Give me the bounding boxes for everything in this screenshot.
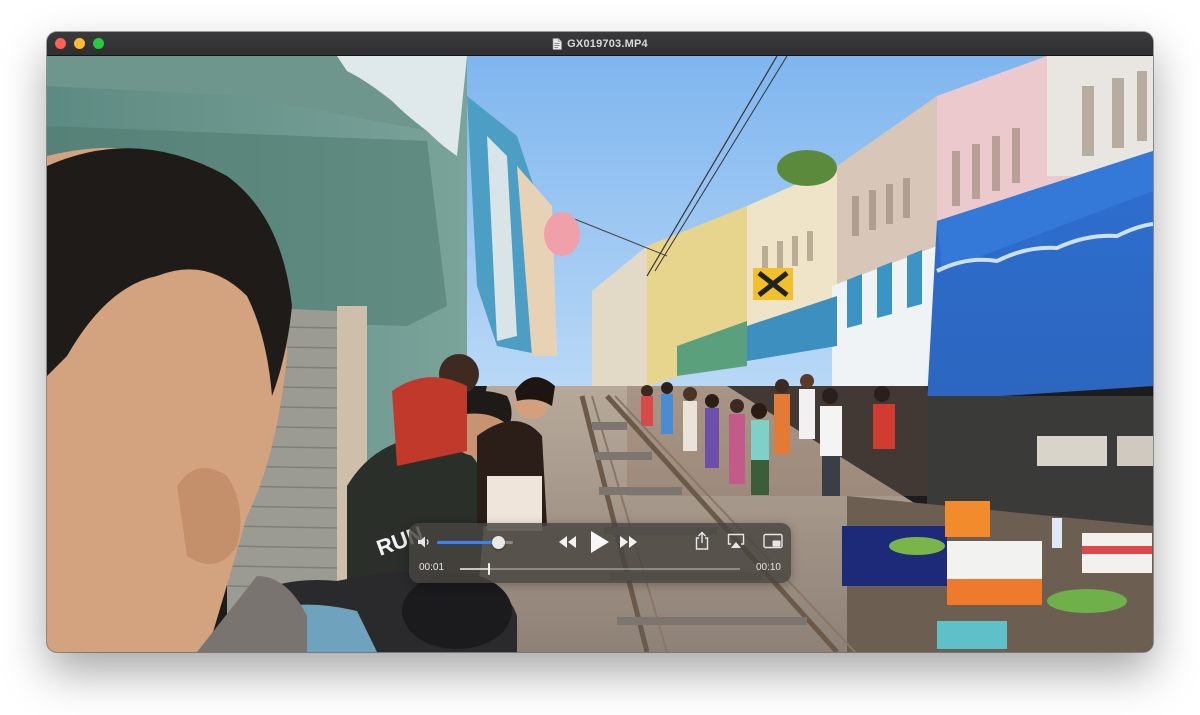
window-title: GX019703.MP4 xyxy=(567,37,648,50)
fast-forward-button[interactable] xyxy=(617,533,639,551)
playhead[interactable] xyxy=(488,563,490,575)
timeline-progress xyxy=(460,568,488,570)
rewind-icon xyxy=(559,536,576,548)
share-button[interactable] xyxy=(694,531,710,551)
volume-fill xyxy=(437,541,498,544)
video-player-window: GX019703.MP4 RUN 00:01 00:10 xyxy=(47,32,1153,652)
minimize-button[interactable] xyxy=(74,38,85,49)
airplay-button[interactable] xyxy=(727,533,745,549)
rewind-button[interactable] xyxy=(557,533,579,551)
window-title-group: GX019703.MP4 xyxy=(552,38,648,50)
close-button[interactable] xyxy=(55,38,66,49)
picture-in-picture-button[interactable] xyxy=(763,533,783,549)
title-bar[interactable]: GX019703.MP4 xyxy=(47,32,1153,56)
fast-forward-icon xyxy=(620,536,637,548)
pip-icon xyxy=(763,533,783,549)
volume-knob[interactable] xyxy=(491,536,505,549)
zoom-button[interactable] xyxy=(93,38,104,49)
speaker-icon[interactable] xyxy=(417,535,433,549)
volume-slider[interactable] xyxy=(437,536,513,549)
document-icon xyxy=(552,37,562,50)
video-frame[interactable]: RUN 00:01 00:10 xyxy=(47,56,1153,652)
duration: 00:10 xyxy=(755,562,781,573)
play-button[interactable] xyxy=(587,529,611,555)
timeline-scrubber[interactable] xyxy=(460,563,740,575)
share-icon xyxy=(695,531,709,550)
airplay-icon xyxy=(727,533,745,548)
current-time: 00:01 xyxy=(419,562,445,573)
play-icon xyxy=(591,531,609,553)
playback-controls: 00:01 00:10 xyxy=(409,523,791,583)
window-controls xyxy=(55,38,104,49)
